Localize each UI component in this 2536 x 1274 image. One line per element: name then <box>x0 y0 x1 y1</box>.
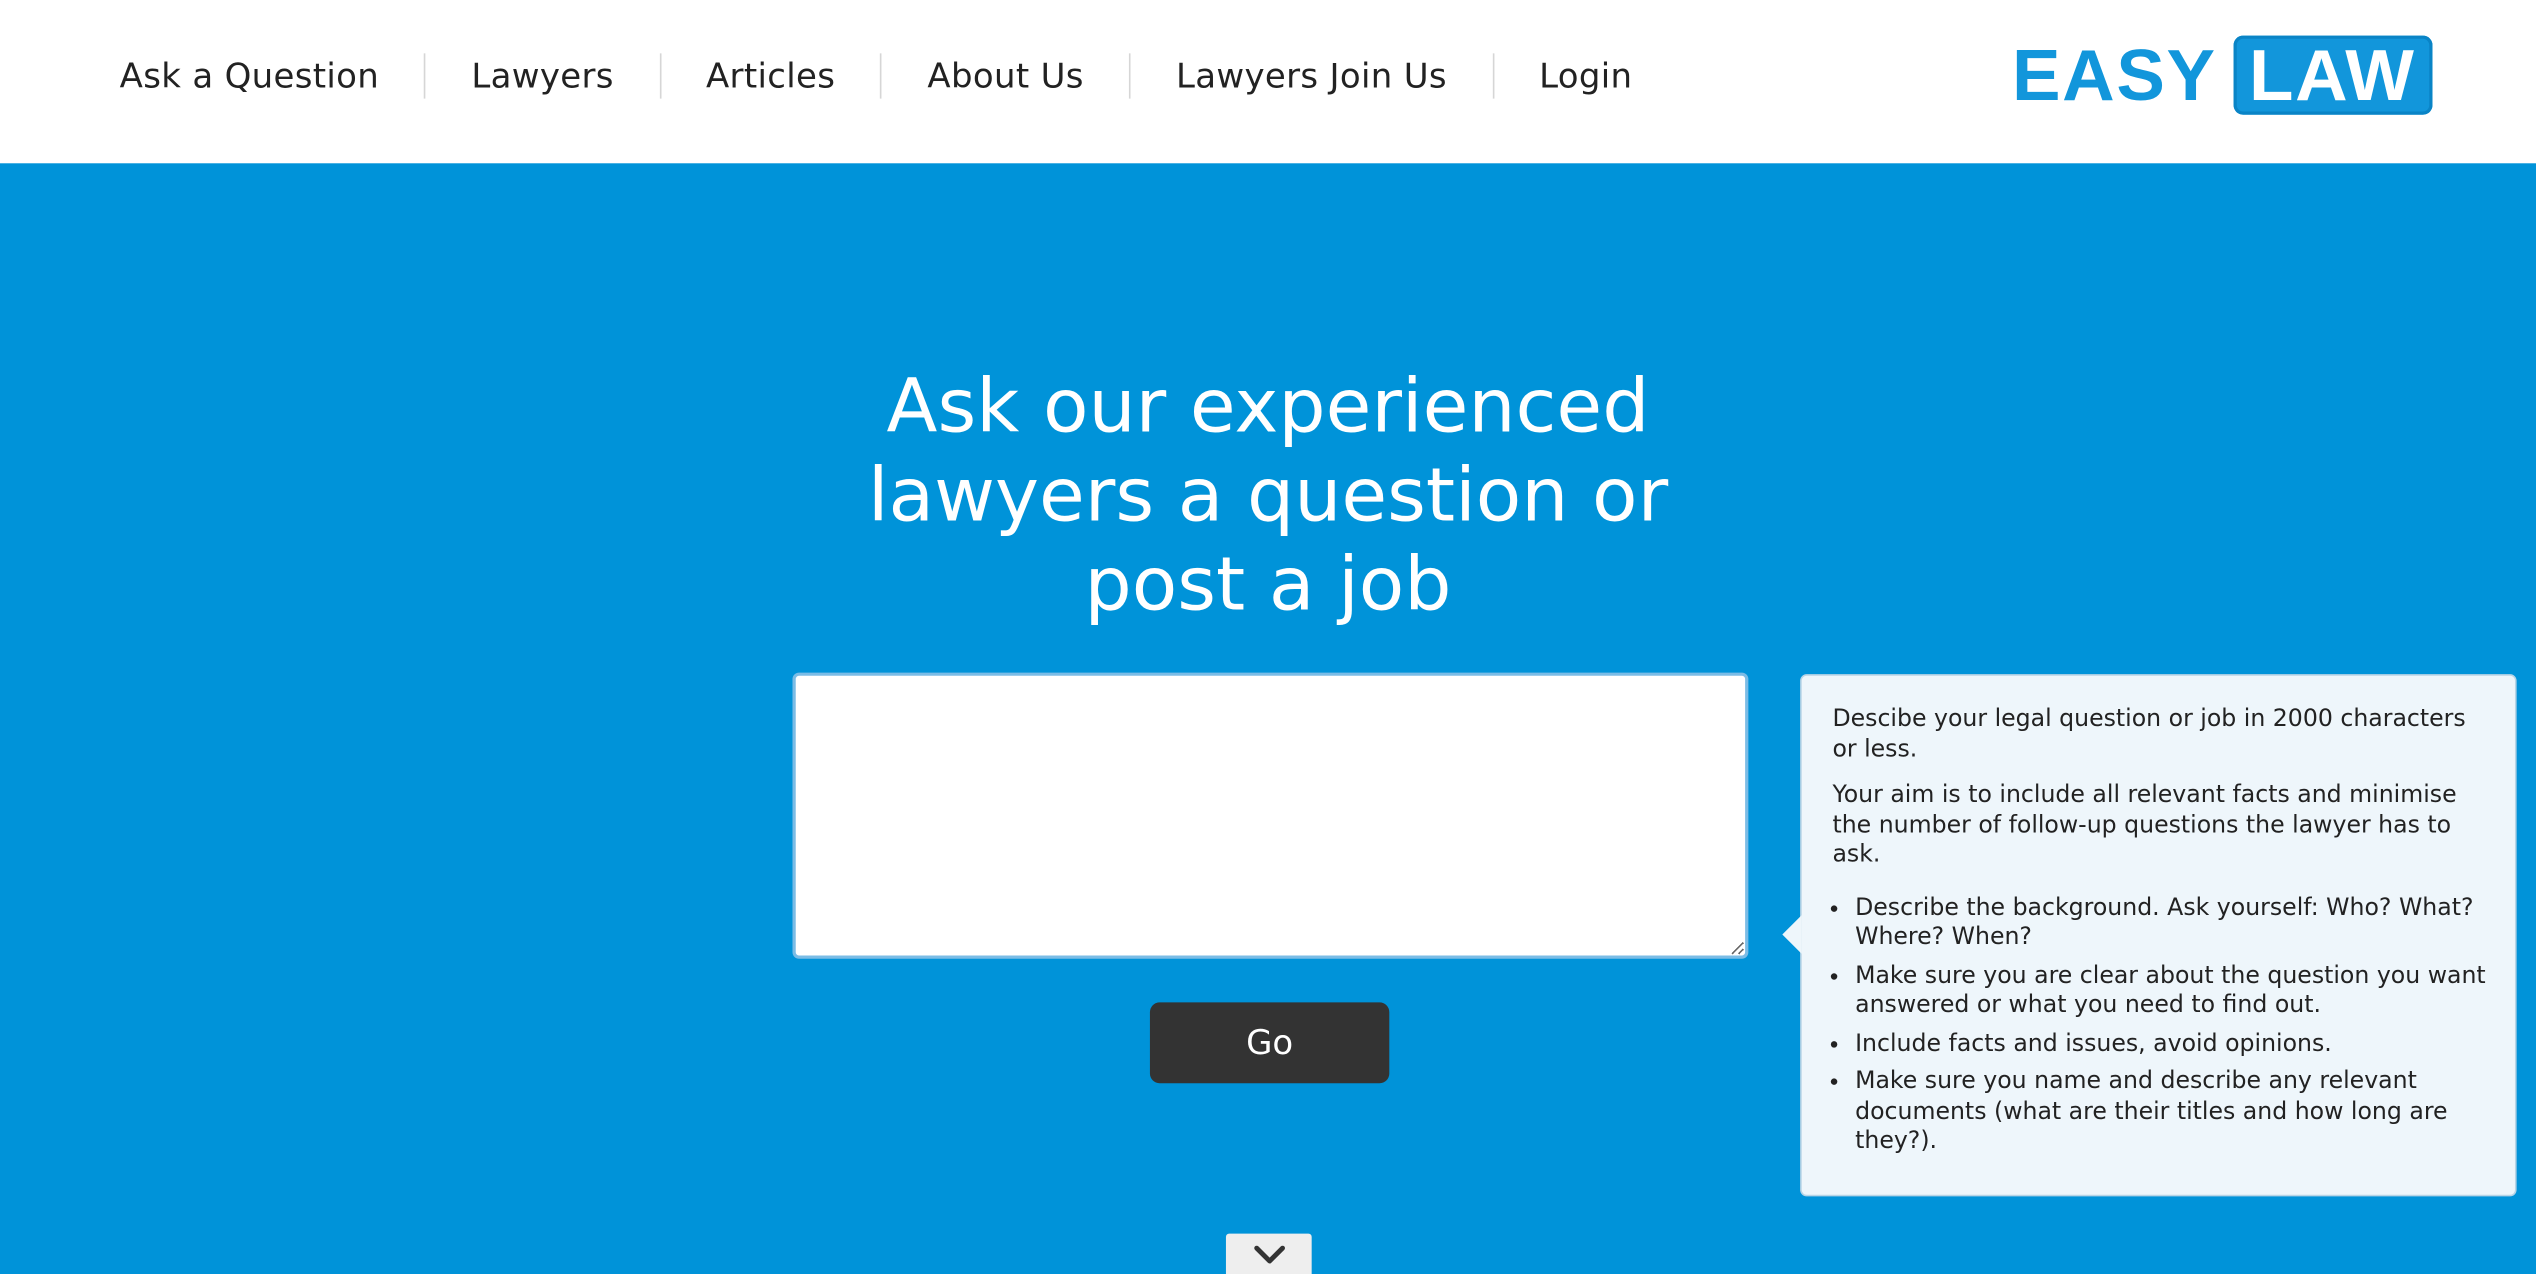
help-tips-list: Describe the background. Ask yourself: W… <box>1832 893 2492 1157</box>
easylaw-logo[interactable]: EASY LAW <box>2011 33 2432 117</box>
help-tip: Include facts and issues, avoid opinions… <box>1855 1029 2492 1059</box>
logo-text-easy: EASY <box>2011 33 2217 117</box>
main-nav: Ask a Question Lawyers Articles About Us… <box>74 53 1677 99</box>
question-help-panel: Descibe your legal question or job in 20… <box>1782 674 2517 1197</box>
help-intro: Descibe your legal question or job in 20… <box>1832 704 2466 763</box>
top-navbar: Ask a Question Lawyers Articles About Us… <box>0 0 2536 164</box>
scroll-down-button[interactable] <box>1225 1233 1312 1274</box>
nav-lawyers[interactable]: Lawyers <box>424 53 659 99</box>
nav-login[interactable]: Login <box>1492 53 1677 99</box>
page: Ask a Question Lawyers Articles About Us… <box>0 0 2536 1274</box>
nav-articles[interactable]: Articles <box>659 53 880 99</box>
nav-lawyers-join-us[interactable]: Lawyers Join Us <box>1129 53 1492 99</box>
question-textarea[interactable] <box>792 672 1749 959</box>
chevron-down-icon <box>1253 1244 1285 1263</box>
help-tip: Make sure you name and describe any rele… <box>1855 1067 2492 1157</box>
logo-text-law: LAW <box>2232 35 2432 115</box>
nav-about-us[interactable]: About Us <box>880 53 1130 99</box>
nav-ask-question[interactable]: Ask a Question <box>74 53 424 98</box>
help-pointer-arrow <box>1782 915 1802 954</box>
hero-title: Ask our experienced lawyers a question o… <box>867 362 1669 628</box>
help-tip: Make sure you are clear about the questi… <box>1855 961 2492 1021</box>
go-button[interactable]: Go <box>1149 1002 1390 1084</box>
help-tip: Describe the background. Ask yourself: W… <box>1855 893 2492 953</box>
help-aim: Your aim is to include all relevant fact… <box>1832 780 2457 869</box>
